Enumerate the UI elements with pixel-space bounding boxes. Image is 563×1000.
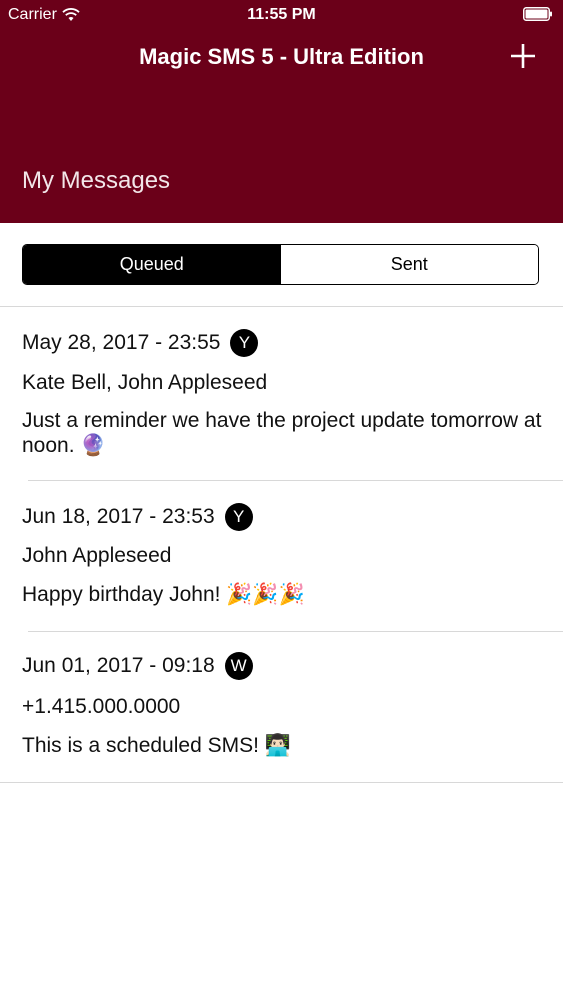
status-time: 11:55 PM (247, 6, 316, 23)
status-bar: Carrier 11:55 PM (0, 0, 563, 30)
message-date-row: Jun 01, 2017 - 09:18 W (22, 652, 253, 680)
battery-icon (523, 7, 552, 21)
message-date: Jun 01, 2017 - 09:18 (22, 654, 215, 677)
tab-sent[interactable]: Sent (280, 245, 538, 284)
message-date-row: May 28, 2017 - 23:55 Y (22, 329, 259, 357)
sender-badge: W (224, 652, 253, 680)
message-date: May 28, 2017 - 23:55 (22, 331, 221, 354)
page-title: My Messages (22, 167, 171, 194)
message-list-item[interactable]: Jun 01, 2017 - 09:18 W +1.415.000.0000 T… (0, 632, 563, 782)
plus-icon[interactable] (509, 42, 537, 70)
message-list-item[interactable]: Jun 18, 2017 - 23:53 Y John Appleseed Ha… (0, 481, 563, 631)
message-list-item[interactable]: May 28, 2017 - 23:55 Y Kate Bell, John A… (0, 307, 563, 480)
sender-badge: Y (224, 503, 253, 531)
list-bottom-separator (0, 782, 563, 783)
sender-badge: Y (230, 329, 259, 357)
message-recipients: +1.415.000.0000 (22, 695, 181, 718)
navigation-header: Carrier 11:55 PM Magic SMS 5 - Ultra Edi… (0, 0, 563, 223)
message-body: This is a scheduled SMS! 👨🏻‍💻 (22, 734, 291, 757)
message-filter-segmented-control: Queued Sent (22, 244, 539, 285)
message-body: Just a reminder we have the project upda… (22, 409, 542, 457)
message-recipients: Kate Bell, John Appleseed (22, 371, 268, 394)
nav-title: Magic SMS 5 - Ultra Edition (139, 44, 424, 69)
message-date: Jun 18, 2017 - 23:53 (22, 505, 215, 528)
message-body: Happy birthday John! 🎉🎉🎉 (22, 583, 305, 606)
message-recipients: John Appleseed (22, 544, 172, 567)
tab-queued[interactable]: Queued (23, 245, 281, 284)
message-date-row: Jun 18, 2017 - 23:53 Y (22, 503, 253, 531)
